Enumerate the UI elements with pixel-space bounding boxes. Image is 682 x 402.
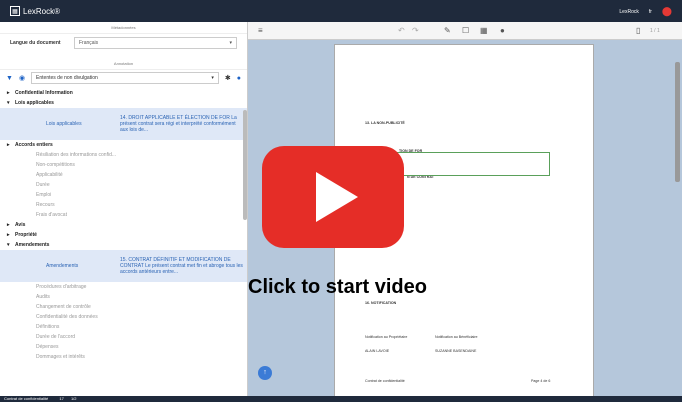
- tree-category[interactable]: ▸ Propriété: [0, 230, 247, 240]
- metadata-header: Métadonnées: [0, 22, 247, 34]
- tree-item[interactable]: Changement de contrôle: [0, 302, 247, 312]
- undo-icon[interactable]: ↶: [398, 26, 405, 35]
- alert-icon[interactable]: ⬤: [662, 6, 672, 17]
- chevron-down-icon: ▾: [211, 75, 214, 81]
- status-bar: Contrat de confidentialité 17 1/2: [0, 396, 682, 402]
- tree-item[interactable]: Non-compétitions: [0, 160, 247, 170]
- highlight-box[interactable]: [396, 152, 550, 176]
- tree-item[interactable]: Dommages et intérêts: [0, 352, 247, 362]
- tree-category[interactable]: ▸ Accords entiers: [0, 140, 247, 150]
- status-doc: Contrat de confidentialité: [4, 396, 49, 401]
- tree-item[interactable]: Audits: [0, 292, 247, 302]
- filter-icon[interactable]: ▼: [6, 75, 13, 82]
- selected-annotation[interactable]: Lois applicables 14. DROIT APPLICABLE ET…: [0, 108, 247, 140]
- language-select[interactable]: Français ▾: [74, 37, 237, 49]
- doc-footer-left: Contrat de confidentialité: [365, 379, 405, 383]
- eye-icon[interactable]: ◉: [19, 74, 25, 82]
- tree-item[interactable]: Frais d'avocat: [0, 210, 247, 220]
- name-right: SUZANNE BASENDAINE: [435, 349, 477, 353]
- tree-item[interactable]: Durée: [0, 180, 247, 190]
- top-right-controls: LexRock fr ⬤: [619, 6, 672, 17]
- tree-item[interactable]: Applicabilité: [0, 170, 247, 180]
- select-box-icon[interactable]: ☐: [462, 26, 469, 35]
- redo-icon[interactable]: ↷: [412, 26, 419, 35]
- annotation-header: Annotation: [0, 58, 247, 70]
- tree-item[interactable]: Définitions: [0, 322, 247, 332]
- viewer-toolbar: ≡ ↶ ↷ ✎ ☐ ▦ ● ▯ 1 / 1: [248, 22, 682, 40]
- name-left: ALAIN LAVOIE: [365, 349, 390, 353]
- video-play-button[interactable]: [262, 146, 404, 248]
- logo-icon: ▦: [10, 6, 20, 16]
- floating-action-button[interactable]: ↑: [258, 366, 272, 380]
- tree-item[interactable]: Recours: [0, 200, 247, 210]
- template-select[interactable]: Ententes de non divulgation ▾: [31, 72, 219, 84]
- language-label: Langue du document: [10, 40, 61, 46]
- viewer-scrollbar[interactable]: [675, 62, 680, 182]
- tree-category[interactable]: ▸ Confidential Information: [0, 88, 247, 98]
- app-logo[interactable]: ▦ LexRock®: [10, 5, 60, 17]
- status-count: 17: [59, 396, 64, 401]
- signature-left: Notification au Propriétaire: [365, 335, 408, 339]
- settings-icon[interactable]: ✱: [225, 74, 231, 82]
- tree-item[interactable]: Résiliation des informations confid...: [0, 150, 247, 160]
- tree-item[interactable]: Procédures d'arbitrage: [0, 282, 247, 292]
- comment-icon[interactable]: ●: [500, 26, 505, 35]
- tree-item[interactable]: Confidentialité des données: [0, 312, 247, 322]
- tree-category[interactable]: ▸ Avis: [0, 220, 247, 230]
- tree-category[interactable]: ▾ Amendements: [0, 240, 247, 250]
- user-menu[interactable]: LexRock: [619, 9, 638, 15]
- page-view-icon[interactable]: ▯: [636, 26, 640, 35]
- panel-scrollbar[interactable]: [243, 110, 247, 220]
- annotation-panel: Métadonnées Langue du document Français …: [0, 22, 248, 396]
- video-cta[interactable]: Click to start video: [248, 276, 427, 299]
- page-indicator: 1 / 1: [650, 28, 660, 34]
- selected-annotation[interactable]: Amendements 15. CONTRAT DÉFINITIF ET MOD…: [0, 250, 247, 282]
- top-bar: ▦ LexRock® LexRock fr ⬤: [0, 0, 682, 22]
- annotation-tree: ▸ Confidential Information ▾ Lois applicab…: [0, 86, 247, 362]
- tree-item[interactable]: Durée de l'accord: [0, 332, 247, 342]
- cloud-icon[interactable]: ●: [237, 75, 241, 82]
- tree-category[interactable]: ▾ Lois applicables: [0, 98, 247, 108]
- doc-heading: 13. LA NON-PUBLICITÉ: [365, 121, 405, 125]
- tree-item[interactable]: Emploi: [0, 190, 247, 200]
- status-pages: 1/2: [70, 396, 77, 401]
- play-icon: [316, 172, 358, 222]
- menu-icon[interactable]: ≡: [258, 26, 263, 35]
- signature-right: Notification au Bénéficiaire: [435, 335, 478, 339]
- pen-icon[interactable]: ✎: [444, 26, 451, 35]
- table-icon[interactable]: ▦: [480, 26, 488, 35]
- doc-heading: 16. NOTIFICATION: [365, 301, 397, 305]
- filter-bar: ▼ ◉ Ententes de non divulgation ▾ ✱ ●: [0, 70, 247, 86]
- chevron-down-icon: ▾: [229, 40, 232, 46]
- language-menu[interactable]: fr: [649, 9, 652, 15]
- doc-footer-right: Page 4 de 6: [531, 379, 551, 383]
- tree-item[interactable]: Dépenses: [0, 342, 247, 352]
